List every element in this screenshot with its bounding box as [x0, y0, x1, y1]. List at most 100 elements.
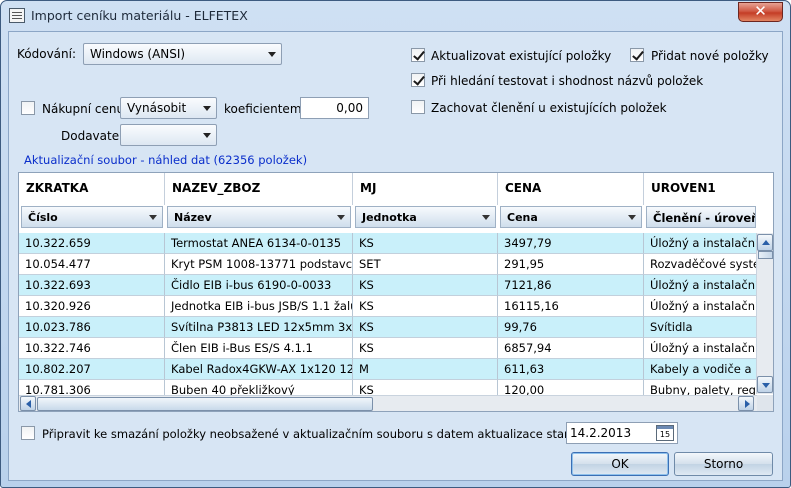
scrollbar-corner: [757, 395, 773, 411]
coefficient-input[interactable]: 0,00: [300, 97, 369, 119]
purchase-price-label: Nákupní cenu: [42, 102, 125, 116]
table-cell: 16115,16: [498, 296, 644, 317]
add-new-label: Přidat nové položky: [651, 49, 769, 63]
arrow-down-icon: [762, 383, 770, 388]
delete-old-label: Připravit ke smazání položky neobsažené …: [42, 427, 618, 441]
close-button[interactable]: ✕: [738, 2, 783, 22]
table-cell: 10.322.746: [19, 338, 165, 359]
table-cell: 6857,94: [498, 338, 644, 359]
table-row[interactable]: 10.054.477 Kryt PSM 1008-13771 podstavce …: [19, 254, 773, 275]
table-cell: 611,63: [498, 359, 644, 380]
table-row[interactable]: 10.322.693 Čidlo EIB i-bus 6190-0-0033 KS 7…: [19, 275, 773, 296]
table-cell: Jednotka EIB i-bus JSB/S 1.1 žaluz: [165, 296, 353, 317]
column-mapping-select[interactable]: Název: [167, 206, 351, 228]
table-cell: 291,95: [498, 254, 644, 275]
column-header[interactable]: CENA: [498, 173, 644, 205]
table-cell: Kabely a vodiče a př: [644, 359, 773, 380]
table-cell: Termostat ANEA 6134-0-0135: [165, 233, 353, 254]
scroll-up-button[interactable]: [757, 234, 773, 251]
chevron-down-icon: [203, 133, 211, 138]
table-cell: 10.054.477: [19, 254, 165, 275]
operation-select[interactable]: Vynásobit: [120, 97, 217, 119]
table-cell: Rozvaděčové systém: [644, 254, 773, 275]
table-row[interactable]: 10.320.926 Jednotka EIB i-bus JSB/S 1.1 ž…: [19, 296, 773, 317]
add-new-checkbox[interactable]: [630, 48, 644, 62]
column-mapping-select[interactable]: Cena: [500, 206, 642, 228]
table-cell: Úložný a instalační m: [644, 338, 773, 359]
chevron-down-icon: [203, 106, 211, 111]
table-cell: SET: [353, 254, 498, 275]
table-cell: 10.802.207: [19, 359, 165, 380]
arrow-left-icon: [26, 400, 31, 408]
table-cell: 10.322.693: [19, 275, 165, 296]
window-title: Import ceníku materiálu - ELFETEX: [31, 8, 248, 23]
table-cell: Kabel Radox4GKW-AX 1x120 125: [165, 359, 353, 380]
scroll-right-button[interactable]: [738, 396, 754, 411]
ok-button[interactable]: OK: [571, 452, 669, 476]
table-cell: 10.320.926: [19, 296, 165, 317]
test-names-checkbox[interactable]: [411, 73, 425, 87]
title-bar[interactable]: Import ceníku materiálu - ELFETEX ✕: [1, 1, 790, 31]
column-header[interactable]: MJ: [353, 173, 498, 205]
column-mapping-value: Název: [174, 211, 212, 224]
horizontal-scrollbar[interactable]: [19, 395, 757, 411]
table-row[interactable]: 10.802.207 Kabel Radox4GKW-AX 1x120 125 M 6…: [19, 359, 773, 380]
encoding-select[interactable]: Windows (ANSI): [83, 43, 282, 65]
date-value: 14.2.2013: [570, 426, 632, 440]
table-cell: M: [353, 359, 498, 380]
calendar-icon[interactable]: 15: [656, 425, 674, 441]
date-input[interactable]: 14.2.2013 15: [566, 422, 678, 444]
table-cell: KS: [353, 275, 498, 296]
column-header[interactable]: ZKRATKA: [19, 173, 165, 205]
keep-split-checkbox[interactable]: [411, 100, 425, 114]
chevron-down-icon: [268, 52, 276, 57]
vertical-scrollbar[interactable]: [756, 233, 773, 394]
column-mapping-select[interactable]: Jednotka: [355, 206, 496, 228]
column-header[interactable]: NAZEV_ZBOZ: [165, 173, 353, 205]
table-cell: Úložný a instalační m: [644, 296, 773, 317]
preview-grid[interactable]: ZKRATKA NAZEV_ZBOZ MJ CENA UROVEN1 Číslo…: [18, 172, 774, 412]
scroll-down-button[interactable]: [757, 376, 773, 393]
delete-old-checkbox[interactable]: [21, 426, 35, 440]
table-cell: 10.023.786: [19, 317, 165, 338]
cancel-button[interactable]: Storno: [674, 452, 773, 476]
chevron-down-icon: [149, 215, 157, 220]
table-row[interactable]: 10.023.786Svítilna P3813 LED 12x5mm 3xR0…: [19, 317, 773, 338]
table-row[interactable]: 10.322.746 Člen EIB i-Bus ES/S 4.1.1 KS 685…: [19, 338, 773, 359]
import-dialog: Import ceníku materiálu - ELFETEX ✕ Kódo…: [0, 0, 791, 488]
table-cell: 3497,79: [498, 233, 644, 254]
table-cell: Úložný a instalační m: [644, 275, 773, 296]
vertical-scroll-thumb[interactable]: [758, 251, 773, 259]
purchase-price-checkbox[interactable]: [21, 101, 35, 115]
column-mapping-select[interactable]: Číslo: [21, 206, 163, 228]
coefficient-label: koeficientem:: [224, 102, 306, 116]
scroll-left-button[interactable]: [20, 396, 36, 411]
keep-split-label: Zachovat členění u existujících položek: [431, 101, 667, 115]
update-existing-checkbox[interactable]: [411, 48, 425, 62]
table-cell: Svítidla: [644, 317, 773, 338]
operation-value: Vynásobit: [127, 101, 187, 115]
supplier-label: Dodavatel: [61, 129, 123, 143]
column-mapping-select[interactable]: Členění - úroveň 1: [646, 206, 756, 228]
table-row[interactable]: 10.322.659 Termostat ANEA 6134-0-0135 KS 34…: [19, 233, 773, 254]
supplier-select[interactable]: [120, 124, 217, 146]
table-cell: Kryt PSM 1008-13771 podstavce (: [165, 254, 353, 275]
column-header[interactable]: UROVEN1: [644, 173, 773, 205]
column-mapping-value: Členění - úroveň 1: [653, 211, 756, 225]
arrow-up-icon: [762, 240, 770, 245]
encoding-value: Windows (ANSI): [90, 47, 186, 61]
table-cell: KS: [353, 233, 498, 254]
table-cell: KS: [353, 338, 498, 359]
table-cell: Úložný a instalační m: [644, 233, 773, 254]
encoding-label: Kódování:: [17, 47, 77, 61]
arrow-right-icon: [745, 400, 750, 408]
column-mapping-value: Cena: [507, 211, 538, 224]
horizontal-scroll-thumb[interactable]: [37, 397, 373, 411]
table-cell: Čidlo EIB i-bus 6190-0-0033: [165, 275, 353, 296]
table-cell: Svítilna P3813 LED 12x5mm 3xR03: [165, 317, 353, 338]
chevron-down-icon: [337, 215, 345, 220]
test-names-label: Při hledání testovat i shodnost názvů po…: [431, 74, 704, 88]
table-cell: Člen EIB i-Bus ES/S 4.1.1: [165, 338, 353, 359]
table-cell: 10.322.659: [19, 233, 165, 254]
preview-label: Aktualizační soubor - náhled dat (62356 …: [24, 153, 308, 167]
